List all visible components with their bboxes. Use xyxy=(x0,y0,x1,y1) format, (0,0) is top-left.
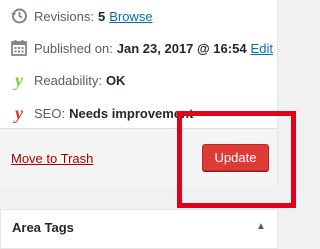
seo-label: SEO: xyxy=(34,105,66,121)
published-label: Published on: xyxy=(34,40,113,56)
area-tags-panel: Area Tags ▲ xyxy=(0,209,278,249)
seo-row: y SEO: Needs improvement xyxy=(10,103,193,123)
move-to-trash-link[interactable]: Move to Trash xyxy=(11,151,93,166)
calendar-icon xyxy=(10,39,28,57)
browse-link[interactable]: Browse xyxy=(109,9,152,24)
collapse-arrow-icon[interactable]: ▲ xyxy=(256,221,266,232)
readability-row: y Readability: OK xyxy=(10,70,125,90)
revisions-row: Revisions: 5 Browse xyxy=(10,6,153,26)
highlight-box xyxy=(177,111,296,208)
yoast-seo-icon: y xyxy=(15,103,23,123)
published-row: Published on: Jan 23, 2017 @ 16:54 Edit xyxy=(10,38,273,58)
readability-value: OK xyxy=(105,72,126,88)
published-date: Jan 23, 2017 @ 16:54 xyxy=(116,40,247,56)
area-tags-title: Area Tags xyxy=(12,220,74,235)
revisions-label: Revisions: xyxy=(34,8,94,24)
history-icon xyxy=(10,7,28,25)
seo-value: Needs improvement xyxy=(69,105,194,121)
edit-date-link[interactable]: Edit xyxy=(251,41,273,56)
yoast-readability-icon: y xyxy=(15,70,23,90)
readability-label: Readability: xyxy=(34,72,102,88)
revisions-count: 5 xyxy=(97,8,106,24)
